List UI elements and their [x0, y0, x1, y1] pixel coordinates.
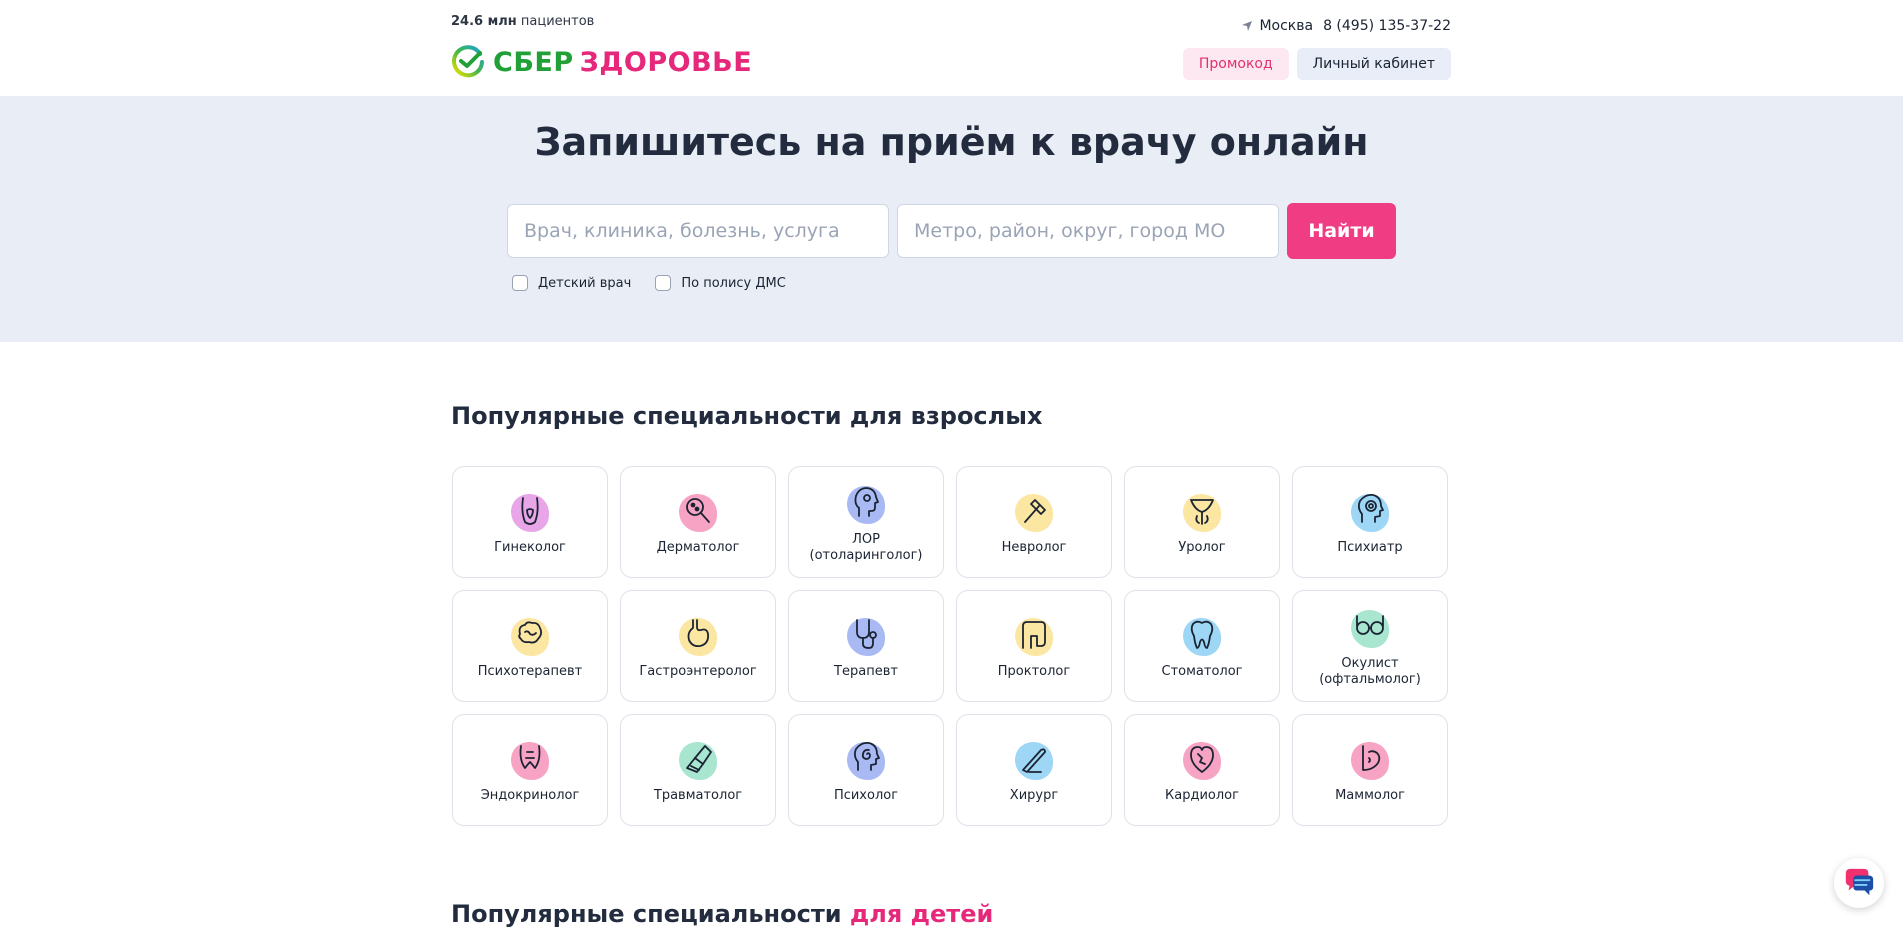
kids-title-accent: для детей: [849, 900, 994, 928]
specialty-label: Травматолог: [653, 788, 743, 803]
hero-search-section: Запишитесь на приём к врачу онлайн Найти…: [0, 96, 1903, 342]
cast-icon: [675, 736, 721, 782]
specialty-card[interactable]: Гинеколог: [452, 466, 608, 578]
reflex-hammer-icon: [1011, 488, 1057, 534]
gynecology-icon: [507, 488, 553, 534]
site-header: 24.6 млн пациентов СБЕР ЗДОРОВЬЕ Москва …: [0, 0, 1903, 96]
specialty-label: Психотерапевт: [477, 664, 583, 679]
specialty-label: Эндокринолог: [480, 788, 580, 803]
specialty-card[interactable]: Терапевт: [788, 590, 944, 702]
search-bar: Найти: [507, 203, 1396, 259]
dms-policy-checkbox[interactable]: По полису ДМС: [655, 275, 786, 291]
logo-word-zdorovie: ЗДОРОВЬЕ: [579, 46, 753, 78]
checkbox-label: Детский врач: [538, 275, 632, 291]
specialty-label: Невролог: [1001, 540, 1067, 555]
specialty-card[interactable]: Дерматолог: [620, 466, 776, 578]
spiral-head-icon: [843, 736, 889, 782]
stethoscope-icon: [843, 612, 889, 658]
specialty-card[interactable]: Окулист (офтальмолог): [1292, 590, 1448, 702]
heart-icon: [1179, 736, 1225, 782]
kids-specialties-title: Популярные специальности для детей: [451, 900, 993, 928]
specialty-card[interactable]: ЛОР (отоларинголог): [788, 466, 944, 578]
sber-logo-icon: [452, 45, 484, 78]
specialty-card[interactable]: Хирург: [956, 714, 1112, 826]
specialty-card[interactable]: Маммолог: [1292, 714, 1448, 826]
specialty-card[interactable]: Психиатр: [1292, 466, 1448, 578]
specialty-label: Стоматолог: [1161, 664, 1243, 679]
city-selector[interactable]: Москва: [1259, 18, 1313, 34]
logo[interactable]: СБЕР ЗДОРОВЬЕ: [451, 44, 752, 80]
child-doctor-checkbox[interactable]: Детский врач: [512, 275, 631, 291]
specialty-label: Психиатр: [1337, 540, 1403, 555]
checkbox-label: По полису ДМС: [681, 275, 786, 291]
hero-title: Запишитесь на приём к врачу онлайн: [534, 120, 1369, 164]
dermatology-icon: [675, 488, 721, 534]
specialty-label: Уролог: [1178, 540, 1226, 555]
specialty-card[interactable]: Эндокринолог: [452, 714, 608, 826]
specialty-label: Гастроэнтеролог: [639, 664, 757, 679]
thyroid-icon: [507, 736, 553, 782]
psychiatry-icon: [1347, 488, 1393, 534]
specialty-label: Терапевт: [834, 664, 898, 679]
specialty-card[interactable]: Психотерапевт: [452, 590, 608, 702]
specialty-card[interactable]: Травматолог: [620, 714, 776, 826]
ent-icon: [843, 480, 889, 526]
personal-account-button[interactable]: Личный кабинет: [1296, 48, 1451, 80]
specialty-label: ЛОР (отоларинголог): [809, 532, 923, 563]
brain-icon: [507, 612, 553, 658]
specialty-card[interactable]: Психолог: [788, 714, 944, 826]
intestine-icon: [1011, 612, 1057, 658]
specialty-label: Гинеколог: [494, 540, 566, 555]
specialty-label: Хирург: [1009, 788, 1059, 803]
header-actions: Промокод Личный кабинет: [1182, 48, 1451, 80]
chat-bubbles-icon: [1845, 868, 1874, 896]
specialty-card[interactable]: Невролог: [956, 466, 1112, 578]
phone-number[interactable]: 8 (495) 135-37-22: [1323, 18, 1451, 34]
specialty-label: Окулист (офтальмолог): [1319, 656, 1421, 687]
find-button[interactable]: Найти: [1287, 203, 1396, 259]
search-filters: Детский врач По полису ДМС: [512, 275, 786, 291]
checkbox-box[interactable]: [512, 275, 528, 291]
specialty-card[interactable]: Гастроэнтеролог: [620, 590, 776, 702]
specialty-card[interactable]: Кардиолог: [1124, 714, 1280, 826]
checkbox-box[interactable]: [655, 275, 672, 291]
glasses-icon: [1347, 604, 1393, 650]
logo-word-sber: СБЕР: [493, 46, 574, 78]
chat-widget-button[interactable]: [1834, 858, 1884, 908]
specialty-label: Дерматолог: [656, 540, 740, 555]
patients-label: пациентов: [520, 14, 595, 29]
specialty-label: Маммолог: [1335, 788, 1405, 803]
adult-specialties-title: Популярные специальности для взрослых: [451, 402, 1043, 430]
mammology-icon: [1347, 736, 1393, 782]
tooth-icon: [1179, 612, 1225, 658]
specialty-label: Проктолог: [997, 664, 1071, 679]
patients-counter: 24.6 млн пациентов: [451, 14, 594, 29]
specialty-card[interactable]: Уролог: [1124, 466, 1280, 578]
scalpel-icon: [1011, 736, 1057, 782]
search-input[interactable]: [507, 204, 889, 258]
patients-count: 24.6 млн: [451, 14, 517, 29]
stomach-icon: [675, 612, 721, 658]
specialty-label: Кардиолог: [1165, 788, 1239, 803]
location-input[interactable]: [897, 204, 1279, 258]
promo-button[interactable]: Промокод: [1182, 48, 1289, 80]
location-arrow-icon: [1242, 21, 1253, 31]
specialty-card[interactable]: Стоматолог: [1124, 590, 1280, 702]
specialty-card[interactable]: Проктолог: [956, 590, 1112, 702]
kids-title-prefix: Популярные специальности: [451, 900, 850, 928]
location-bar: Москва 8 (495) 135-37-22: [1241, 18, 1451, 34]
specialty-label: Психолог: [833, 788, 899, 803]
specialties-grid: Гинеколог Дерматолог ЛОР (отоларинголог) Не…: [452, 466, 1448, 826]
urology-icon: [1179, 488, 1225, 534]
